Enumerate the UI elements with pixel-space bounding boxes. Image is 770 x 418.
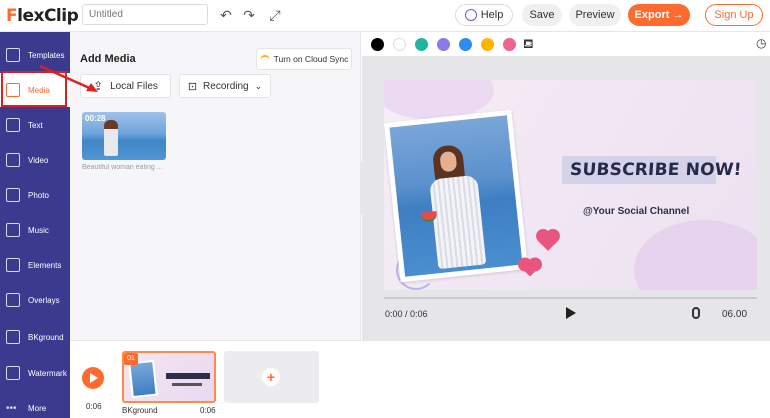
sidebar-item-elements[interactable]: Elements: [0, 248, 70, 282]
sidebar-item-text[interactable]: Text: [0, 108, 70, 142]
color-swatch[interactable]: [503, 38, 516, 51]
elements-icon: [6, 258, 20, 272]
photo-icon: [6, 188, 20, 202]
watermark-icon: [6, 366, 20, 380]
sidebar-item-label: Watermark: [28, 368, 67, 378]
playback-progress[interactable]: [384, 297, 757, 299]
sidebar-item-label: More: [28, 403, 47, 413]
sidebar-item-video[interactable]: Video: [0, 143, 70, 177]
color-swatch[interactable]: [459, 38, 472, 51]
heart-icon: [521, 259, 539, 277]
background-icon: [6, 330, 20, 344]
media-caption: Beautiful woman eating ...: [82, 164, 163, 171]
top-bar: FlexClip ↶ ↷ ⤢ Help Save Preview Export …: [0, 0, 770, 32]
cloud-sync-label: Turn on Cloud Sync: [273, 54, 349, 64]
sidebar-item-label: Text: [28, 120, 43, 130]
total-duration: 06.00: [722, 309, 748, 320]
arrow-right-icon: →: [672, 9, 684, 21]
heart-icon: [538, 231, 558, 251]
clip-headline-bar: [166, 373, 210, 379]
chevron-down-icon: ⌄: [254, 80, 263, 91]
clip-duration: 0:06: [200, 406, 216, 415]
current-time: 0:00 / 0:06: [385, 309, 428, 319]
sidebar-item-more[interactable]: ••• More: [0, 391, 70, 418]
color-swatch[interactable]: [437, 38, 450, 51]
panel-title: Add Media: [80, 53, 136, 65]
photo-image: [389, 115, 523, 277]
plus-icon: +: [262, 368, 280, 386]
clock-icon[interactable]: ◷: [756, 36, 766, 50]
sidebar-item-music[interactable]: Music: [0, 213, 70, 247]
more-icon: •••: [6, 402, 17, 414]
clip-subtitle-bar: [172, 383, 202, 386]
fullscreen-icon[interactable]: ⤢: [267, 7, 283, 23]
headline-text[interactable]: SUBSCRIBE NOW!: [569, 160, 742, 180]
upload-icon: ⇪: [93, 79, 104, 93]
export-button[interactable]: Export →: [628, 4, 690, 26]
video-canvas[interactable]: SUBSCRIBE NOW! @Your Social Channel: [384, 80, 757, 290]
media-thumbnail-figure: [104, 120, 118, 156]
app-logo[interactable]: FlexClip: [6, 6, 79, 26]
media-duration: 00:28: [85, 114, 106, 123]
sidebar-item-photo[interactable]: Photo: [0, 178, 70, 212]
timeline-play-button[interactable]: [82, 367, 104, 389]
save-button[interactable]: Save: [522, 4, 562, 26]
add-clip-button[interactable]: +: [224, 351, 319, 403]
timeline-time: 0:06: [86, 402, 102, 411]
decor-blob: [634, 220, 757, 290]
signup-button[interactable]: Sign Up: [705, 4, 763, 26]
clip-number-badge: 01: [124, 353, 138, 365]
timeline: 0:06 01 BKground 0:06 +: [70, 340, 770, 418]
media-item[interactable]: 00:28: [82, 112, 166, 160]
photo-dress: [429, 174, 487, 270]
clip-label: BKground: [122, 406, 158, 415]
preview-button[interactable]: Preview: [569, 4, 621, 26]
local-files-button[interactable]: ⇪ Local Files: [80, 74, 171, 98]
color-swatch[interactable]: [481, 38, 494, 51]
sidebar-item-watermark[interactable]: Watermark: [0, 356, 70, 390]
sidebar-item-label: Music: [28, 225, 49, 235]
sidebar-item-label: Templates: [28, 50, 65, 60]
sidebar-item-label: BKground: [28, 332, 64, 342]
recording-icon: ⊡: [187, 80, 198, 93]
highlight-box: [1, 71, 67, 107]
music-icon: [6, 223, 20, 237]
recording-button[interactable]: ⊡ Recording ⌄: [179, 74, 271, 98]
sidebar-item-background[interactable]: BKground: [0, 320, 70, 354]
project-title-input[interactable]: [82, 4, 208, 25]
social-text[interactable]: @Your Social Channel: [583, 206, 689, 217]
microphone-icon[interactable]: [692, 307, 700, 319]
sidebar-item-label: Photo: [28, 190, 49, 200]
recording-label: Recording: [203, 80, 249, 92]
overlays-icon: [6, 293, 20, 307]
cloud-sync-button[interactable]: Turn on Cloud Sync: [256, 48, 352, 70]
export-label: Export: [634, 9, 670, 21]
templates-icon: [6, 48, 20, 62]
media-panel: Add Media Turn on Cloud Sync ⇪ Local Fil…: [70, 32, 361, 340]
cloud-sync-icon: [259, 55, 270, 63]
sidebar-item-overlays[interactable]: Overlays: [0, 283, 70, 317]
redo-icon[interactable]: ↷: [241, 7, 257, 23]
text-icon: [6, 118, 20, 132]
sidebar-item-label: Elements: [28, 260, 62, 270]
sidebar-item-templates[interactable]: Templates: [0, 38, 70, 72]
clip-photo: [128, 359, 158, 399]
undo-icon[interactable]: ↶: [218, 7, 234, 23]
sidebar-item-label: Overlays: [28, 295, 60, 305]
help-button[interactable]: Help: [455, 4, 513, 26]
sidebar-item-label: Video: [28, 155, 49, 165]
help-icon: [464, 9, 477, 21]
logo-text: lexClip: [17, 6, 79, 26]
play-icon[interactable]: [566, 307, 576, 319]
photo-frame[interactable]: [384, 109, 529, 283]
help-label: Help: [480, 9, 504, 21]
local-files-label: Local Files: [110, 80, 158, 92]
color-palette: ⛾ ◷: [362, 32, 770, 56]
paint-bucket-icon[interactable]: ⛾: [523, 36, 534, 54]
color-swatch[interactable]: [393, 38, 406, 51]
video-icon: [6, 153, 20, 167]
color-swatch[interactable]: [371, 38, 384, 51]
color-swatch[interactable]: [415, 38, 428, 51]
